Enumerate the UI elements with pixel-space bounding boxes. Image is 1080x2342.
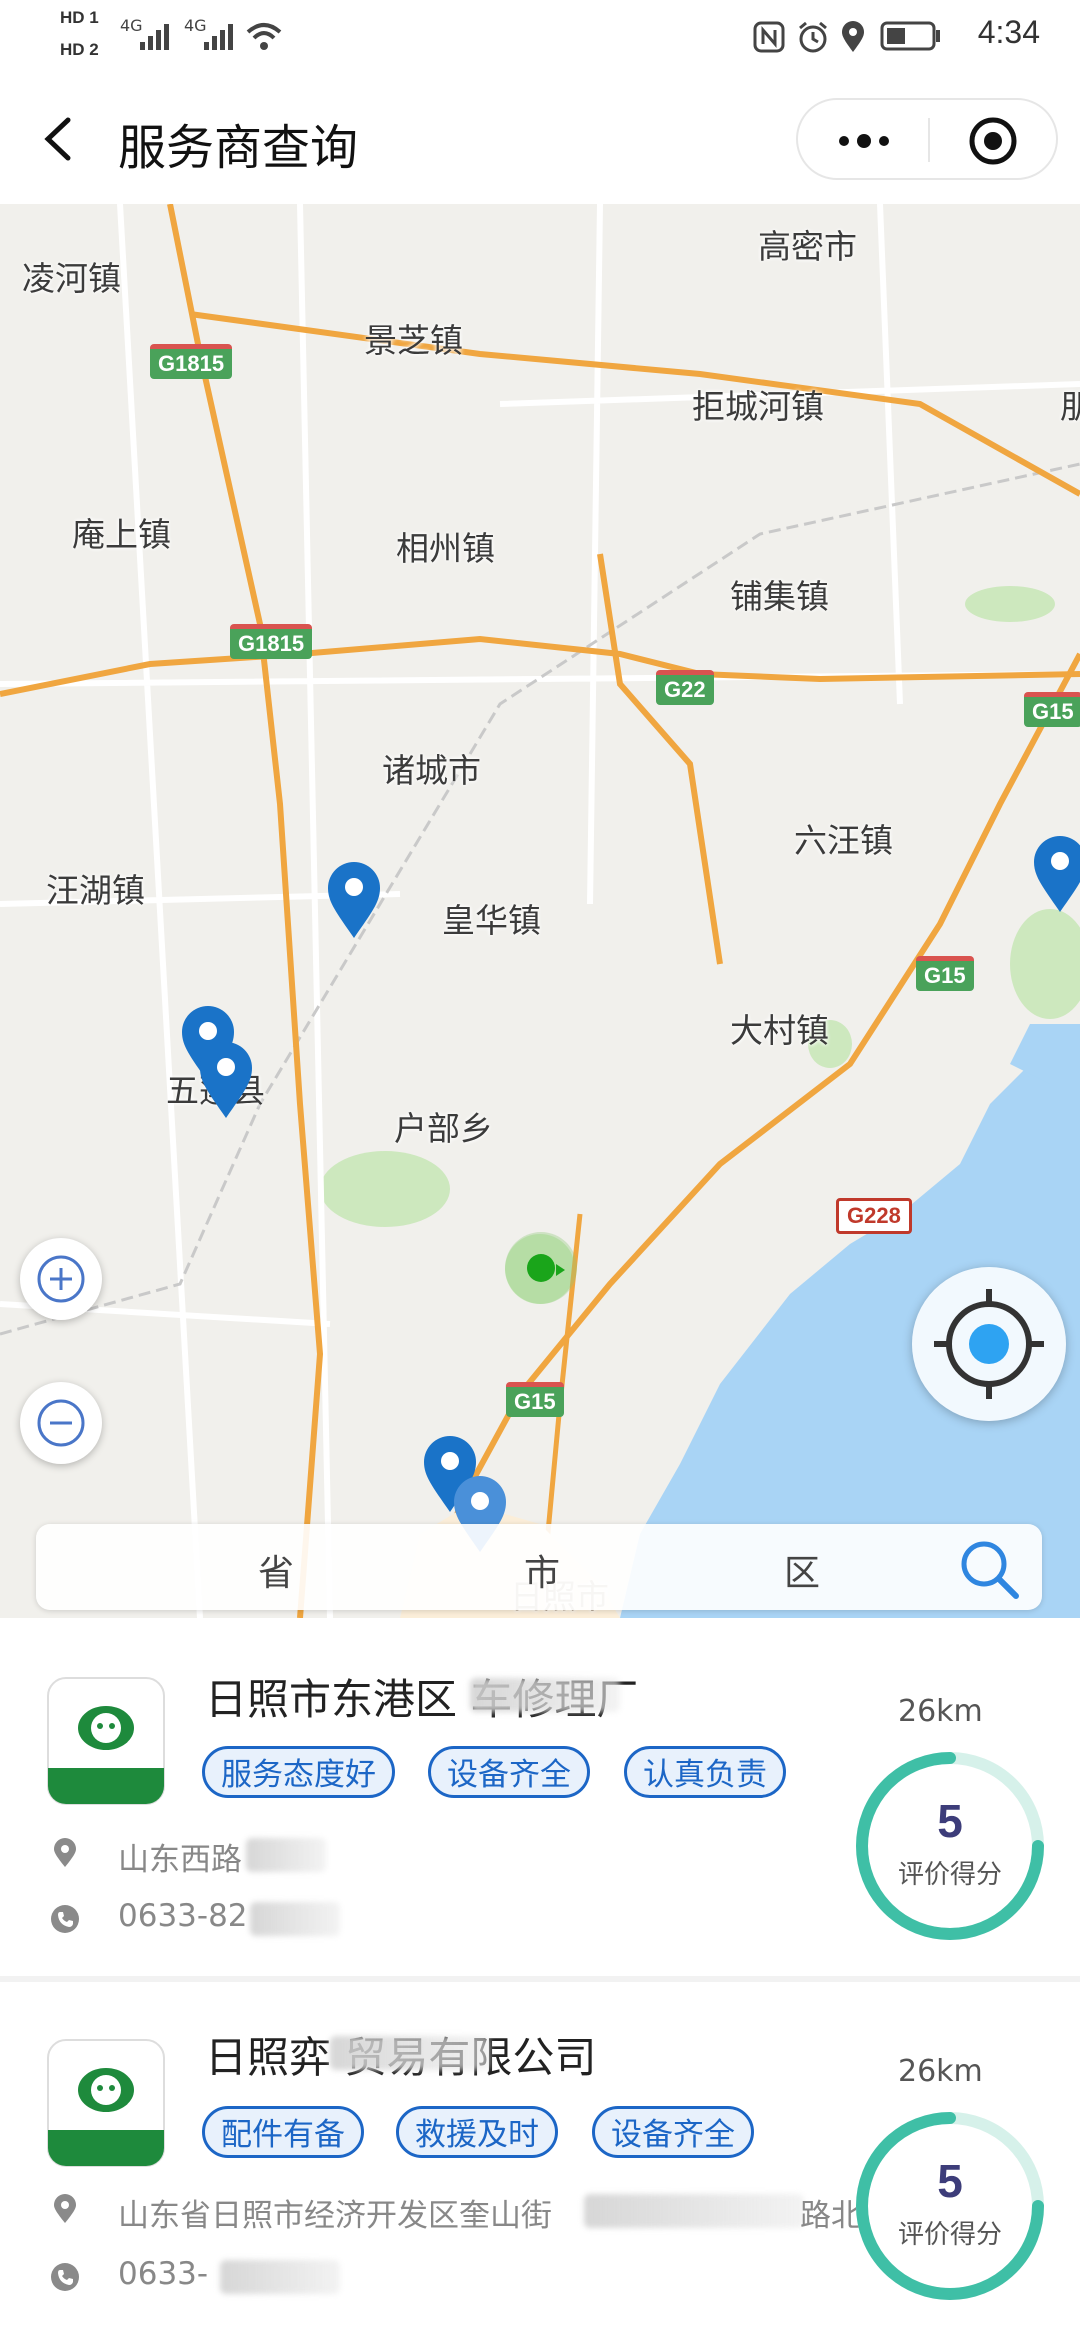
redacted-text <box>470 1678 620 1712</box>
score-label: 评价得分 <box>897 1860 1002 1890</box>
zoom-out-button[interactable] <box>20 1382 102 1464</box>
provider-address: 山东省日照市经济开发区奎山街 <box>118 2198 552 2234</box>
service-tag: 服务态度好 <box>202 1746 395 1798</box>
chevron-left-icon[interactable] <box>40 116 80 162</box>
battery-icon <box>880 21 940 51</box>
service-tag: 认真负责 <box>624 1746 786 1798</box>
hd2-indicator: HD 2 <box>60 40 99 59</box>
locate-button[interactable] <box>912 1267 1066 1421</box>
map-view[interactable]: 凌河镇 高密市 景芝镇 拒城河镇 庵上镇 相州镇 铺集镇 诸城市 六汪镇 汪湖镇… <box>0 204 1080 1618</box>
redacted-text <box>330 2036 490 2070</box>
provider-logo-icon <box>47 1677 165 1805</box>
status-bar: HD 1 HD 2 4G 4G 4:34 <box>0 0 1080 72</box>
place-label: 景芝镇 <box>364 321 463 360</box>
provider-address: 山东西路 <box>118 1842 242 1878</box>
place-label: 皇华镇 <box>442 901 541 940</box>
redacted-text <box>246 1838 326 1872</box>
hd1-indicator: HD 1 <box>60 8 99 27</box>
provider-distance: 26km <box>898 1694 983 1729</box>
location-pin-icon <box>54 1838 76 1867</box>
highway-shield: G22 <box>656 670 714 705</box>
provider-card[interactable]: 日照弈 贸易有限公司 配件有备 救援及时 设备齐全 山东省日照市经济开发区奎山街… <box>0 1982 1080 2342</box>
place-label: 诸城市 <box>382 751 481 790</box>
place-label: 凌河镇 <box>22 259 121 298</box>
place-label: 拒城河镇 <box>692 387 824 426</box>
location-icon <box>842 21 864 52</box>
score-label: 评价得分 <box>897 2220 1002 2250</box>
service-tag: 设备齐全 <box>428 1746 590 1798</box>
province-select[interactable]: 省 <box>258 1544 294 1596</box>
highway-shield: G15 <box>506 1382 564 1417</box>
nfc-icon <box>753 21 785 53</box>
zoom-in-button[interactable] <box>20 1238 102 1320</box>
nav-bar: 服务商查询 <box>0 72 1080 204</box>
place-label: 相州镇 <box>396 529 495 568</box>
region-filter-bar: 省 市 区 <box>36 1524 1042 1610</box>
location-pin-icon <box>54 2194 76 2223</box>
more-dots-icon[interactable] <box>834 126 894 156</box>
service-tag: 救援及时 <box>396 2106 558 2158</box>
minus-icon <box>37 1399 85 1447</box>
provider-card[interactable]: 日照市东港区 车修理厂 服务态度好 设备齐全 认真负责 山东西路 0633-82… <box>0 1618 1080 1982</box>
provider-pin[interactable] <box>198 1040 254 1120</box>
place-label: 户部乡 <box>394 1109 493 1148</box>
city-select[interactable]: 市 <box>524 1544 560 1596</box>
wifi-icon <box>246 23 282 50</box>
district-select[interactable]: 区 <box>784 1544 820 1596</box>
place-label: 大村镇 <box>730 1011 829 1050</box>
provider-pin[interactable] <box>326 860 382 940</box>
place-label: 铺集镇 <box>730 577 829 616</box>
service-tag: 配件有备 <box>202 2106 364 2158</box>
crosshair-icon <box>934 1289 1044 1399</box>
page-title: 服务商查询 <box>118 120 359 176</box>
place-label: 朋 <box>1060 387 1080 426</box>
redacted-text <box>220 2260 340 2294</box>
capsule-divider <box>928 118 930 162</box>
phone-icon <box>51 2263 79 2291</box>
provider-distance: 26km <box>898 2054 983 2089</box>
alarm-icon <box>799 21 827 53</box>
place-label: 六汪镇 <box>794 821 893 860</box>
status-time: 4:34 <box>977 14 1040 50</box>
plus-icon <box>37 1255 85 1303</box>
provider-score: 5 <box>937 1795 963 1847</box>
provider-phone[interactable]: 0633- <box>118 2256 208 2292</box>
provider-score: 5 <box>937 2155 963 2207</box>
highway-shield: G15 <box>916 956 974 991</box>
redacted-text <box>250 1902 340 1936</box>
provider-logo-icon <box>47 2039 165 2167</box>
place-label: 汪湖镇 <box>46 871 145 910</box>
provider-phone[interactable]: 0633-82 <box>118 1898 248 1934</box>
highway-shield: G228 <box>836 1198 912 1234</box>
provider-pin[interactable] <box>1032 834 1080 914</box>
place-label: 庵上镇 <box>72 515 171 554</box>
place-label: 高密市 <box>758 227 857 266</box>
miniapp-capsule <box>796 98 1058 180</box>
phone-icon <box>51 1905 79 1933</box>
highway-shield: G15 <box>1024 692 1080 727</box>
provider-list: 日照市东港区 车修理厂 服务态度好 设备齐全 认真负责 山东西路 0633-82… <box>0 1618 1080 2342</box>
search-icon[interactable] <box>956 1536 1022 1602</box>
highway-shield: G1815 <box>150 344 233 379</box>
redacted-text <box>584 2194 804 2228</box>
highway-shield: G1815 <box>230 624 313 659</box>
signal-icon <box>204 24 233 50</box>
target-close-icon[interactable] <box>966 114 1020 168</box>
service-tag: 设备齐全 <box>592 2106 754 2158</box>
signal-icon <box>140 24 169 50</box>
